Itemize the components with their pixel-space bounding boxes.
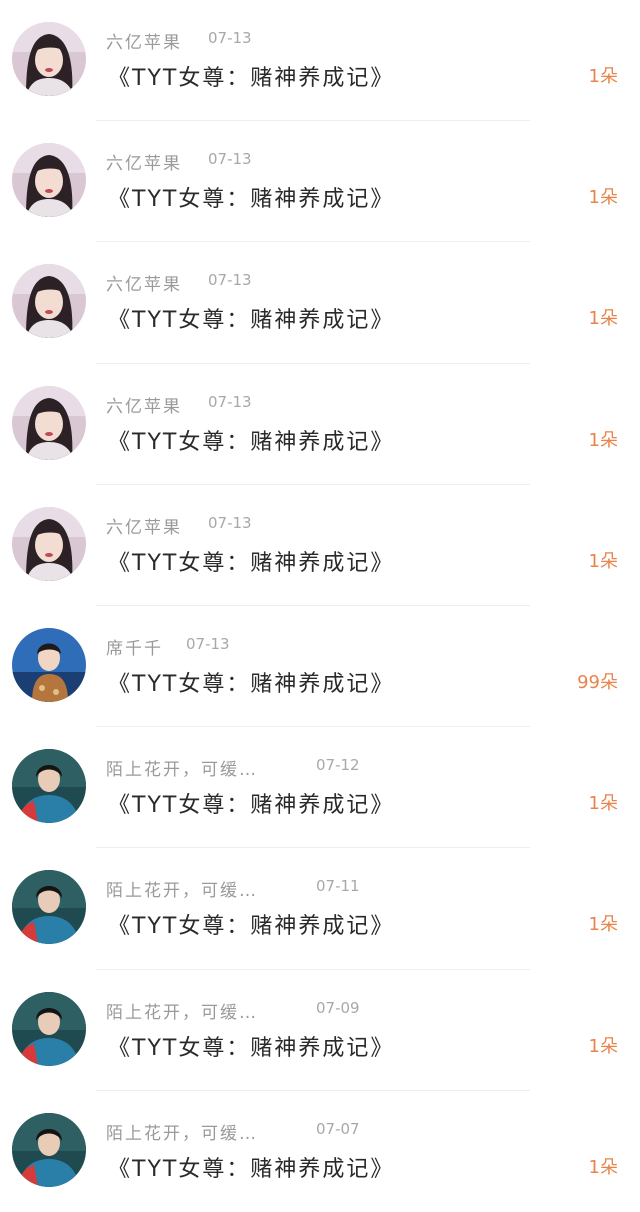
date-label: 07-13 [208, 392, 252, 411]
date-label: 07-07 [316, 1119, 360, 1138]
gift-count: 1朵 [588, 308, 618, 330]
username: 六亿苹果 [106, 33, 182, 53]
date-label: 07-12 [316, 756, 360, 775]
book-title[interactable]: 《TYT女尊：赌神养成记》 [108, 181, 394, 213]
avatar[interactable] [12, 143, 86, 218]
item-meta: 六亿苹果 07-13 [106, 270, 252, 296]
list-item[interactable]: 六亿苹果 07-13 《TYT女尊：赌神养成记》 1朵 [0, 485, 640, 606]
book-title[interactable]: 《TYT女尊：赌神养成记》 [108, 908, 394, 940]
item-meta: 六亿苹果 07-13 [106, 392, 252, 417]
username: 陌上花开，可缓… [106, 1002, 258, 1023]
list-item[interactable]: 陌上花开，可缓… 07-11 《TYT女尊：赌神养成记》 1朵 [0, 848, 640, 970]
item-meta: 陌上花开，可缓… 07-09 [106, 998, 360, 1023]
date-label: 07-13 [186, 634, 230, 653]
username: 陌上花开，可缓… [106, 881, 258, 902]
book-title[interactable]: 《TYT女尊：赌神养成记》 [108, 60, 394, 92]
gift-count: 1朵 [588, 1156, 618, 1178]
book-title[interactable]: 《TYT女尊：赌神养成记》 [108, 666, 394, 698]
gift-count: 1朵 [588, 1035, 618, 1057]
list-item[interactable]: 席千千 07-13 《TYT女尊：赌神养成记》 99朵 [0, 606, 640, 728]
list-item[interactable]: 陌上花开，可缓… 07-12 《TYT女尊：赌神养成记》 1朵 [0, 727, 640, 849]
item-meta: 席千千 07-13 [106, 634, 230, 659]
item-meta: 六亿苹果 07-13 [106, 149, 252, 175]
date-label: 07-13 [208, 271, 252, 290]
item-meta: 六亿苹果 07-13 [106, 513, 252, 538]
book-title[interactable]: 《TYT女尊：赌神养成记》 [108, 545, 394, 577]
date-label: 07-13 [208, 150, 252, 169]
username: 陌上花开，可缓… [106, 760, 258, 781]
gift-record-list: 六亿苹果 07-13 《TYT女尊：赌神养成记》 1朵 六亿苹果 07-13 《… [0, 0, 640, 1212]
gift-count: 1朵 [588, 66, 618, 87]
username: 六亿苹果 [106, 517, 182, 538]
date-label: 07-13 [208, 513, 252, 532]
avatar[interactable] [12, 506, 86, 581]
avatar[interactable] [12, 1112, 86, 1187]
gift-count: 1朵 [588, 914, 618, 936]
item-meta: 陌上花开，可缓… 07-07 [106, 1119, 360, 1144]
list-item[interactable]: 陌上花开，可缓… 07-09 《TYT女尊：赌神养成记》 1朵 [0, 970, 640, 1091]
date-label: 07-09 [316, 998, 360, 1017]
book-title[interactable]: 《TYT女尊：赌神养成记》 [108, 787, 394, 819]
gift-count: 1朵 [588, 793, 618, 815]
gift-count: 1朵 [588, 550, 618, 572]
avatar[interactable] [12, 991, 86, 1066]
avatar[interactable] [12, 749, 86, 824]
username: 席千千 [106, 638, 163, 659]
list-item[interactable]: 六亿苹果 07-13 《TYT女尊：赌神养成记》 1朵 [0, 364, 640, 485]
avatar[interactable] [12, 627, 86, 702]
gift-count: 1朵 [588, 429, 618, 451]
username: 六亿苹果 [106, 396, 182, 417]
gift-count: 1朵 [588, 187, 618, 209]
avatar[interactable] [12, 870, 86, 945]
date-label: 07-11 [316, 877, 360, 896]
book-title[interactable]: 《TYT女尊：赌神养成记》 [108, 1151, 394, 1183]
book-title[interactable]: 《TYT女尊：赌神养成记》 [108, 302, 394, 334]
avatar[interactable] [12, 264, 86, 339]
list-item[interactable]: 六亿苹果 07-13 《TYT女尊：赌神养成记》 1朵 [0, 121, 640, 243]
book-title[interactable]: 《TYT女尊：赌神养成记》 [108, 1030, 394, 1062]
avatar[interactable] [12, 385, 86, 460]
item-meta: 陌上花开，可缓… 07-11 [106, 876, 360, 902]
avatar[interactable] [12, 22, 86, 96]
item-meta: 六亿苹果 07-13 [106, 28, 252, 53]
username: 六亿苹果 [106, 275, 182, 296]
list-item[interactable]: 六亿苹果 07-13 《TYT女尊：赌神养成记》 1朵 [0, 0, 640, 122]
list-item[interactable]: 六亿苹果 07-13 《TYT女尊：赌神养成记》 1朵 [0, 242, 640, 364]
item-meta: 陌上花开，可缓… 07-12 [106, 755, 360, 781]
gift-count: 99朵 [577, 671, 618, 693]
book-title[interactable]: 《TYT女尊：赌神养成记》 [108, 424, 394, 456]
username: 六亿苹果 [106, 154, 182, 175]
username: 陌上花开，可缓… [106, 1123, 258, 1144]
list-item[interactable]: 陌上花开，可缓… 07-07 《TYT女尊：赌神养成记》 1朵 [0, 1091, 640, 1212]
date-label: 07-13 [208, 29, 252, 47]
